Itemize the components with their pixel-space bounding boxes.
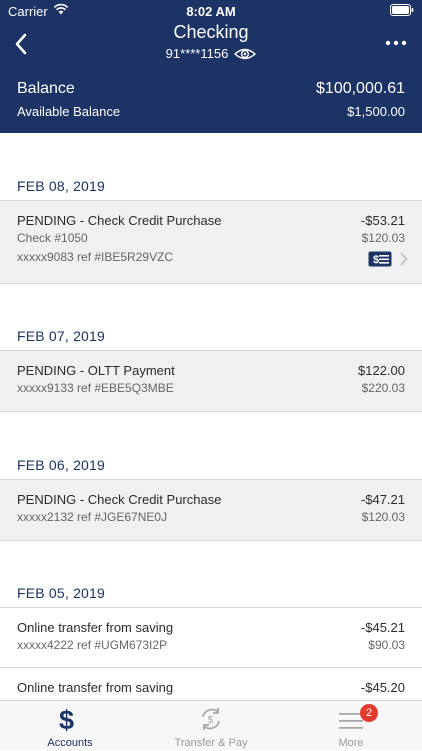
chevron-right-icon — [400, 252, 408, 266]
transaction-row[interactable]: Online transfer from saving -$45.21 xxxx… — [0, 607, 422, 667]
transaction-description: PENDING - Check Credit Purchase — [17, 213, 222, 228]
transaction-description: PENDING - Check Credit Purchase — [17, 492, 222, 507]
transaction-balance: $90.03 — [368, 638, 405, 652]
tab-label: More — [338, 737, 364, 749]
page-title: Checking — [173, 22, 249, 42]
transaction-balance: $120.03 — [361, 231, 405, 245]
transaction-reference: xxxxx4222 ref #UGM673I2P — [17, 638, 168, 652]
svg-text:$: $ — [208, 715, 214, 726]
tab-more[interactable]: 2 More — [281, 701, 421, 751]
available-balance-label: Available Balance — [17, 104, 121, 119]
transaction-reference: xxxxx9133 ref #EBE5Q3MBE — [17, 381, 174, 395]
tab-accounts[interactable]: $ Accounts — [0, 701, 140, 751]
transaction-amount: $122.00 — [358, 363, 405, 378]
svg-text:$: $ — [373, 254, 379, 266]
transfer-icon: $ — [202, 708, 220, 730]
dollar-icon: $ — [59, 705, 75, 735]
tab-label: Accounts — [47, 737, 93, 749]
transaction-description: PENDING - OLTT Payment — [17, 363, 175, 378]
more-options-button[interactable] — [384, 38, 408, 48]
transaction-row[interactable]: PENDING - OLTT Payment $122.00 xxxxx9133… — [0, 350, 422, 412]
status-bar: Carrier 8:02 AM — [0, 0, 422, 22]
date-header: FEB 06, 2019 — [17, 457, 106, 473]
battery-icon — [390, 4, 414, 16]
status-time: 8:02 AM — [186, 4, 236, 19]
transaction-check-number: Check #1050 — [17, 231, 88, 245]
tab-label: Transfer & Pay — [174, 737, 248, 749]
transaction-amount: -$47.21 — [360, 492, 405, 507]
account-number: 91****1156 — [165, 46, 229, 61]
check-icon[interactable]: $ — [368, 251, 392, 267]
transaction-amount: -$45.20 — [360, 680, 405, 695]
eye-icon[interactable] — [234, 47, 257, 61]
transaction-reference: xxxxx2132 ref #JGE67NE0J — [17, 510, 168, 524]
transaction-row[interactable]: PENDING - Check Credit Purchase -$53.21 … — [0, 200, 422, 284]
balance-value: $100,000.61 — [316, 80, 405, 97]
notification-badge: 2 — [360, 704, 378, 722]
transaction-description: Online transfer from saving — [17, 680, 174, 695]
date-header: FEB 08, 2019 — [17, 178, 106, 194]
date-header: FEB 05, 2019 — [17, 585, 106, 601]
transaction-row[interactable]: PENDING - Check Credit Purchase -$47.21 … — [0, 479, 422, 541]
transaction-amount: -$53.21 — [360, 213, 405, 228]
account-header: Carrier 8:02 AM Checking 91****1156 Bala… — [0, 0, 422, 133]
available-balance-value: $1,500.00 — [347, 104, 405, 119]
transaction-description: Online transfer from saving — [17, 620, 174, 635]
transaction-row[interactable]: Online transfer from saving -$45.20 — [0, 667, 422, 700]
account-number-row: 91****1156 — [0, 46, 422, 61]
transaction-reference: xxxxx9083 ref #IBE5R29VZC — [17, 250, 174, 264]
tab-transfer-pay[interactable]: $ Transfer & Pay — [141, 701, 281, 751]
balance-label: Balance — [17, 80, 75, 97]
transaction-balance: $120.03 — [361, 510, 405, 524]
date-header: FEB 07, 2019 — [17, 328, 106, 344]
transaction-balance: $220.03 — [361, 381, 405, 395]
tab-bar: $ Accounts $ Transfer & Pay 2 More — [0, 700, 422, 750]
transaction-amount: -$45.21 — [360, 620, 405, 635]
